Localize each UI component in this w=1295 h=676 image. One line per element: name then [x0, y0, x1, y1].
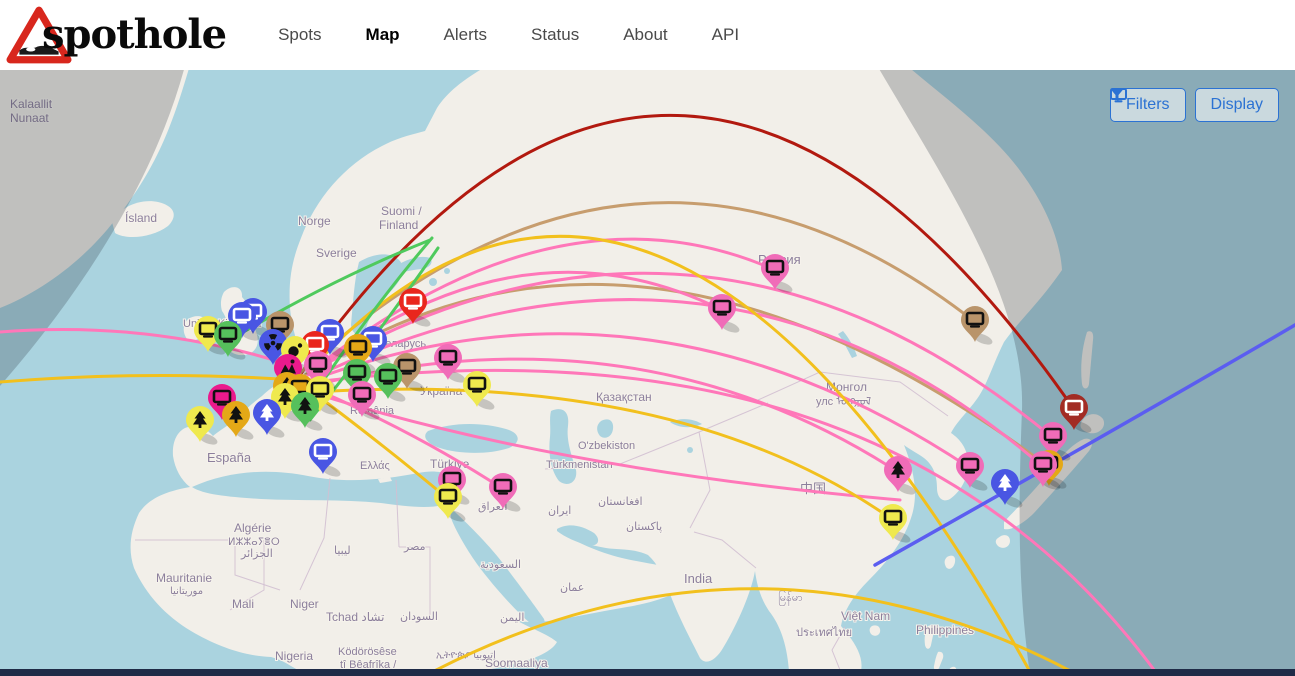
map-label: الجزائر [240, 548, 273, 560]
map-label: موريتانيا [170, 586, 203, 597]
map-label: Finland [379, 218, 418, 232]
nav-item-api[interactable]: API [712, 25, 739, 45]
map-label: ایران [548, 505, 571, 517]
map-lake [687, 447, 693, 453]
map-label: မြန်မာ [778, 590, 803, 606]
logo-text: spothole [42, 15, 226, 55]
map-label: Niger [290, 597, 319, 611]
map-label: السودان [400, 611, 438, 623]
display-button[interactable]: Display [1195, 88, 1279, 122]
map-lake [429, 278, 437, 286]
nav-item-alerts[interactable]: Alerts [444, 25, 487, 45]
app-logo[interactable]: spothole [6, 5, 226, 65]
map-label: Tchad تشاد [326, 610, 384, 624]
map-label: Việt Nam [841, 609, 890, 623]
filters-label: Filters [1126, 96, 1170, 114]
bottom-bar [0, 669, 1295, 676]
map-label: Algérie [234, 521, 272, 535]
map-label: السعودية [480, 559, 521, 571]
main-nav: Spots Map Alerts Status About API [278, 25, 783, 45]
map-label: tî Bêafrîka / [340, 659, 397, 669]
map-label: Soomaaliya [485, 656, 548, 669]
nav-item-map[interactable]: Map [366, 25, 400, 45]
display-label: Display [1211, 96, 1263, 114]
map-label: عمان [560, 582, 584, 594]
map-lake [444, 268, 450, 274]
map-label: Ελλάς [360, 460, 390, 472]
map-label: Sverige [316, 246, 357, 260]
map-label: Suomi / [381, 204, 422, 218]
map-label: Norge [298, 214, 331, 228]
map-label: ประเทศไทย [796, 626, 852, 639]
map-label: ⵍⵣⵣⴰⵢⴻⵔ [228, 537, 280, 548]
map-label: España [207, 450, 252, 465]
display-icon [1110, 88, 1127, 103]
map-label: Mauritanie [156, 571, 212, 585]
map-label: افغانستان [598, 496, 643, 508]
map-label: مصر [403, 541, 426, 553]
map-island [704, 643, 715, 658]
map-label: اليمن [500, 612, 524, 624]
map-label: Қазақстан [596, 390, 652, 404]
map-label: Mali [232, 597, 254, 611]
map-label: Ísland [125, 210, 157, 225]
map-label: Ködörösêse [338, 646, 397, 658]
nav-item-about[interactable]: About [623, 25, 667, 45]
map-label: India [684, 571, 713, 586]
world-map[interactable]: KalaallitNunaatÍslandNorgeSverigeSuomi /… [0, 70, 1295, 669]
app-header: spothole Spots Map Alerts Status About API [0, 0, 1295, 70]
nav-item-status[interactable]: Status [531, 25, 579, 45]
map-label: ليبيا [334, 545, 351, 557]
map-label: O'zbekiston [578, 440, 635, 452]
map-controls: Filters Display [1110, 88, 1279, 122]
nav-item-spots[interactable]: Spots [278, 25, 321, 45]
map-container[interactable]: KalaallitNunaatÍslandNorgeSverigeSuomi /… [0, 70, 1295, 669]
map-label: Nigeria [275, 649, 313, 663]
map-label: پاکستان [626, 521, 662, 533]
